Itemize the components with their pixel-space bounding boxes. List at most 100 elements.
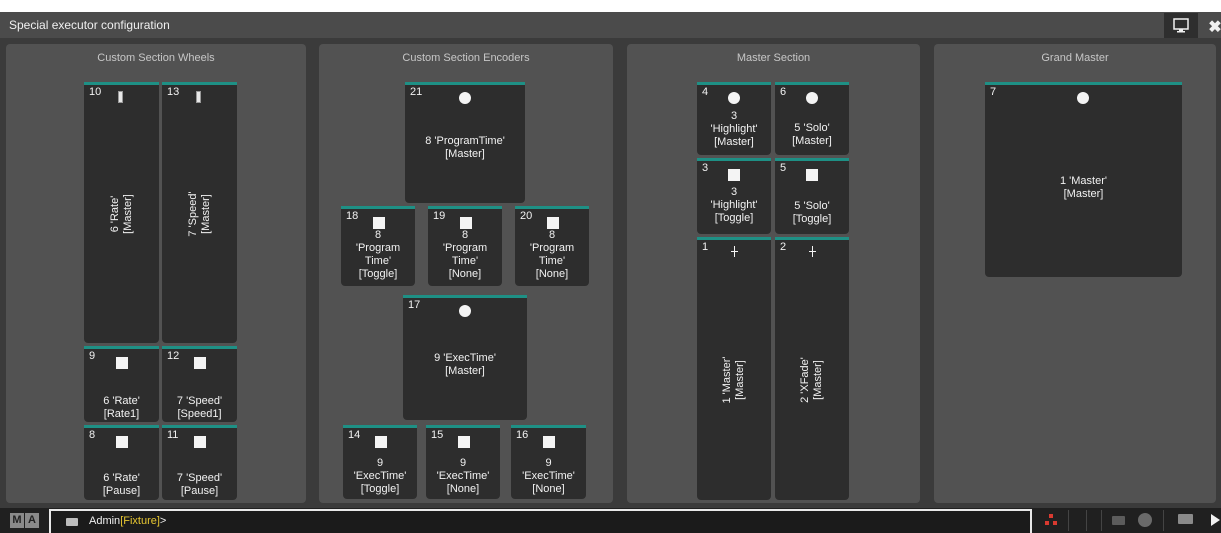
executor-tile-14[interactable]: 14 9 'ExecTime' [Toggle] — [343, 425, 417, 499]
tile-label: 1 'Master' [Master] — [1060, 175, 1107, 200]
tile-number: 17 — [408, 299, 421, 311]
play-icon[interactable] — [1211, 514, 1220, 526]
circle-icon — [1077, 92, 1089, 104]
tile-number: 9 — [89, 350, 96, 362]
keyboard-icon[interactable] — [66, 518, 78, 526]
command-prompt: Admin[Fixture]> — [89, 515, 166, 527]
section-title: Custom Section Encoders — [402, 52, 530, 64]
tile-label: 6 'Rate' [Pause] — [102, 472, 141, 497]
tile-label: 8 'ProgramTime' [Master] — [425, 135, 505, 160]
fader-icon — [807, 246, 818, 257]
tile-number: 6 — [780, 86, 787, 98]
tile-number: 7 — [990, 86, 997, 98]
ma-logo[interactable]: M A — [10, 513, 39, 528]
tile-label: 3 'Highlight' [Toggle] — [710, 186, 758, 224]
tile-label: 7 'Speed' [Master] — [186, 191, 212, 237]
tile-number: 2 — [780, 241, 787, 253]
executor-tile-10[interactable]: 10 6 'Rate' [Master] — [84, 82, 159, 343]
tile-number: 12 — [167, 350, 180, 362]
executor-tile-17[interactable]: 17 9 'ExecTime' [Master] — [403, 295, 527, 420]
tile-label: 9 'ExecTime' [Toggle] — [353, 457, 407, 495]
close-button[interactable]: ✖ — [1203, 16, 1221, 38]
tile-number: 8 — [89, 429, 96, 441]
tile-label: 8 'Program Time' [Toggle] — [355, 229, 401, 280]
tile-label: 2 'XFade' [Master] — [799, 357, 824, 404]
ma-logo-m: M — [10, 513, 24, 528]
circle-icon — [728, 92, 740, 104]
section-master: Master Section 4 3 'Highlight' [Master] … — [627, 44, 920, 503]
network-icon[interactable] — [1045, 514, 1057, 526]
ma-logo-a: A — [25, 513, 39, 528]
tile-number: 10 — [89, 86, 102, 98]
executor-tile-11[interactable]: 11 7 'Speed' [Pause] — [162, 425, 237, 500]
square-icon — [458, 436, 470, 448]
square-icon — [547, 217, 559, 229]
square-icon — [806, 169, 818, 181]
globe-icon[interactable] — [1138, 513, 1152, 527]
executor-tile-20[interactable]: 20 8 'Program Time' [None] — [515, 206, 589, 286]
executor-tile-9[interactable]: 9 6 'Rate' [Rate1] — [84, 346, 159, 422]
tile-number: 14 — [348, 429, 361, 441]
executor-tile-21[interactable]: 21 8 'ProgramTime' [Master] — [405, 82, 525, 203]
tile-label: 7 'Speed' [Speed1] — [176, 395, 223, 420]
executor-tile-3[interactable]: 3 3 'Highlight' [Toggle] — [697, 158, 771, 234]
executor-tile-2[interactable]: 2 2 'XFade' [Master] — [775, 237, 849, 500]
executor-tile-13[interactable]: 13 7 'Speed' [Master] — [162, 82, 237, 343]
divider — [1068, 510, 1069, 531]
tile-number: 1 — [702, 241, 709, 253]
fader-icon — [729, 246, 740, 257]
tile-label: 1 'Master' [Master] — [721, 356, 746, 404]
executor-tile-5[interactable]: 5 5 'Solo' [Toggle] — [775, 158, 849, 234]
square-icon — [116, 436, 128, 448]
command-line-input[interactable]: Admin[Fixture]> — [49, 509, 1032, 533]
divider — [1163, 510, 1164, 531]
command-line-bar: M A Admin[Fixture]> — [0, 508, 1221, 533]
prompt-user: Admin — [89, 515, 121, 527]
prompt-end: > — [159, 515, 167, 527]
tile-label: 6 'Rate' [Master] — [108, 194, 134, 234]
executor-tile-19[interactable]: 19 8 'Program Time' [None] — [428, 206, 502, 286]
circle-icon — [806, 92, 818, 104]
square-icon — [728, 169, 740, 181]
tile-label: 8 'Program Time' [None] — [442, 229, 488, 280]
monitor-icon — [1173, 18, 1189, 33]
square-icon — [194, 357, 206, 369]
window-titlebar: Special executor configuration ✖ — [0, 12, 1221, 38]
square-icon — [116, 357, 128, 369]
section-title: Master Section — [736, 52, 811, 64]
slider-icon — [118, 91, 123, 103]
tile-number: 18 — [346, 210, 359, 222]
executor-tile-6[interactable]: 6 5 'Solo' [Master] — [775, 82, 849, 155]
square-icon — [373, 217, 385, 229]
tile-number: 21 — [410, 86, 423, 98]
tile-label: 5 'Solo' [Master] — [792, 122, 832, 147]
divider — [1101, 510, 1102, 531]
executor-tile-15[interactable]: 15 9 'ExecTime' [None] — [426, 425, 500, 499]
circle-icon — [459, 92, 471, 104]
square-icon — [543, 436, 555, 448]
executor-tile-18[interactable]: 18 8 'Program Time' [Toggle] — [341, 206, 415, 286]
executor-tile-12[interactable]: 12 7 'Speed' [Speed1] — [162, 346, 237, 422]
executor-tile-1[interactable]: 1 1 'Master' [Master] — [697, 237, 771, 500]
tile-number: 16 — [516, 429, 529, 441]
tile-number: 19 — [433, 210, 446, 222]
executor-tile-8[interactable]: 8 6 'Rate' [Pause] — [84, 425, 159, 500]
onscreen-keyboard-icon[interactable] — [1178, 514, 1193, 524]
section-custom-wheels: Custom Section Wheels 10 6 'Rate' [Maste… — [6, 44, 306, 503]
keyboard-icon[interactable] — [1112, 516, 1125, 525]
tile-label: 9 'ExecTime' [None] — [436, 457, 490, 495]
executor-tile-4[interactable]: 4 3 'Highlight' [Master] — [697, 82, 771, 155]
section-title: Grand Master — [1041, 52, 1109, 64]
close-icon: ✖ — [1208, 19, 1221, 36]
tile-label: 3 'Highlight' [Master] — [710, 110, 758, 148]
tile-label: 8 'Program Time' [None] — [529, 229, 575, 280]
executor-configuration-area: Custom Section Wheels 10 6 'Rate' [Maste… — [0, 38, 1221, 508]
section-custom-encoders: Custom Section Encoders 21 8 'ProgramTim… — [319, 44, 613, 503]
square-icon — [375, 436, 387, 448]
tile-number: 13 — [167, 86, 180, 98]
executor-tile-16[interactable]: 16 9 'ExecTime' [None] — [511, 425, 586, 499]
tile-label: 6 'Rate' [Rate1] — [103, 395, 140, 420]
tile-label: 9 'ExecTime' [None] — [522, 457, 575, 495]
executor-tile-7[interactable]: 7 1 'Master' [Master] — [985, 82, 1182, 277]
screen-select-button[interactable] — [1164, 13, 1198, 38]
